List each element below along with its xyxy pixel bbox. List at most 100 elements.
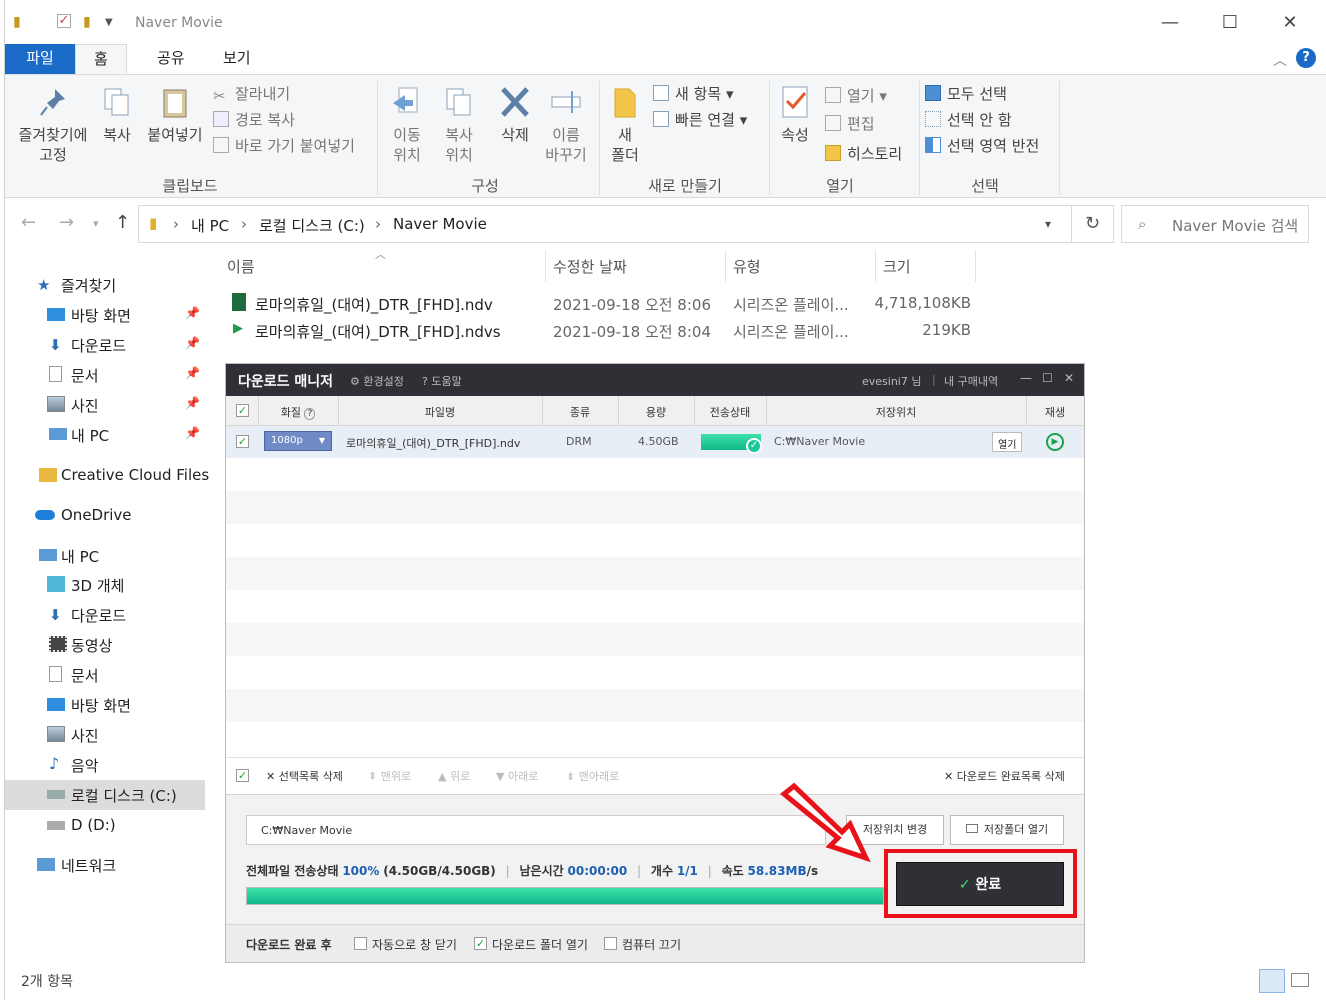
file-row[interactable]: ▶ 로마의휴일_(대여)_DTR_[FHD].ndvs 2021-09-18 오… [227,318,987,344]
address-bar[interactable]: ▮ › 내 PC › 로컬 디스크 (C:) › Naver Movie ▾ [138,205,1072,243]
nav-this-pc[interactable]: 내 PC [5,541,205,571]
nav-pc-downloads[interactable]: ⬇ 다운로드 [5,600,205,630]
pin-icon[interactable]: 📌 [185,336,200,350]
tab-view[interactable]: 보기 [205,44,269,74]
nav-pc-documents[interactable]: 문서 [5,660,205,690]
quality-select[interactable]: 1080p ▼ [264,431,332,451]
refresh-button[interactable]: ↻ [1072,205,1114,243]
copy-path-button[interactable]: 경로 복사 [213,109,295,130]
copy-to-button[interactable]: 복사 위치 [437,85,481,165]
column-divider[interactable] [975,250,976,282]
select-all-checkbox[interactable]: ✓ [236,404,249,417]
invert-selection-button[interactable]: 선택 영역 반전 [925,135,1039,156]
select-all-button[interactable]: 모두 선택 [925,83,1007,104]
move-up-button[interactable]: ▲ 위로 [438,768,470,784]
dm-help-link[interactable]: ? 도움말 [422,373,462,389]
clear-completed-button[interactable]: ✕ 다운로드 완료목록 삭제 [944,768,1065,784]
nav-3d-objects[interactable]: 3D 개체 [5,570,205,600]
pin-icon[interactable]: 📌 [185,366,200,380]
nav-network[interactable]: 네트워크 [5,850,205,880]
file-row[interactable]: 로마의휴일_(대여)_DTR_[FHD].ndv 2021-09-18 오전 8… [227,291,987,317]
dm-download-row[interactable]: ✓ 1080p ▼ 로마의휴일_(대여)_DTR_[FHD].ndv DRM 4.… [226,426,1084,458]
nav-pc-desktop[interactable]: 바탕 화면 [5,690,205,720]
nav-pc-pictures[interactable]: 사진 [5,720,205,750]
history-button[interactable]: 히스토리 [825,143,902,164]
nav-pictures[interactable]: 사진 📌 [5,390,205,420]
open-button[interactable]: 열기 ▾ [825,85,887,106]
nav-downloads[interactable]: ⬇ 다운로드 📌 [5,330,205,360]
close-button[interactable]: ✕ [1275,12,1305,33]
save-path-field[interactable]: C:₩Naver Movie [246,815,826,845]
shutdown-checkbox[interactable] [604,937,617,950]
column-divider[interactable] [875,250,876,282]
column-type[interactable]: 유형 [733,256,761,277]
pin-icon[interactable]: 📌 [185,306,200,320]
tab-home[interactable]: 홈 [75,44,127,75]
tab-share[interactable]: 공유 [139,44,203,74]
nav-videos[interactable]: 동영상 [5,630,205,660]
address-dropdown-icon[interactable]: ▾ [1045,217,1051,231]
column-divider[interactable] [725,250,726,282]
pin-icon[interactable]: 📌 [185,426,200,440]
move-down-button[interactable]: ▼ 아래로 [496,768,538,784]
search-box[interactable]: ⌕ Naver Movie 검색 [1121,205,1309,243]
move-bottom-button[interactable]: ⇟ 맨아래로 [566,768,619,784]
recent-dropdown-icon[interactable]: ▾ [93,217,99,230]
pin-quick-access-button[interactable]: 즐겨찾기에 고정 [13,85,93,165]
new-item-button[interactable]: 새 항목 ▾ [653,83,733,104]
maximize-button[interactable]: ☐ [1215,12,1245,33]
tab-file[interactable]: 파일 [5,44,75,74]
properties-check-icon[interactable]: ✓ [57,14,71,28]
column-name[interactable]: 이름 [227,256,255,277]
nav-documents[interactable]: 문서 📌 [5,360,205,390]
back-arrow-icon[interactable]: ← [21,212,36,233]
forward-arrow-icon[interactable]: → [59,212,74,233]
select-none-button[interactable]: 선택 안 함 [925,109,1012,130]
quick-access-dropdown-icon[interactable]: ▼ [105,17,113,28]
help-icon[interactable]: ? [1296,48,1316,68]
minimize-button[interactable]: — [1155,12,1185,33]
nav-quick-access[interactable]: ★ 즐겨찾기 [5,270,205,300]
delete-selected-button[interactable]: ✕ 선택목록 삭제 [266,768,343,784]
nav-music[interactable]: ♪ 음악 [5,750,205,780]
edit-button[interactable]: 편집 [825,113,875,134]
dm-purchases-link[interactable]: 내 구매내역 [944,373,998,389]
collapse-ribbon-icon[interactable]: ︿ [1273,50,1287,70]
delete-button[interactable]: 삭제 [493,85,537,145]
open-folder-checkbox[interactable]: ✓ [474,937,487,950]
nav-desktop[interactable]: 바탕 화면 📌 [5,300,205,330]
column-date[interactable]: 수정한 날짜 [553,256,627,277]
dm-maximize-icon[interactable]: ☐ [1042,371,1053,385]
nav-drive-d[interactable]: D (D:) [5,811,205,841]
pin-icon[interactable]: 📌 [185,396,200,410]
open-save-folder-button[interactable]: 저장폴더 열기 [950,815,1064,845]
nav-this-pc-quick[interactable]: 내 PC 📌 [5,420,205,450]
paste-shortcut-button[interactable]: 바로 가기 붙여넣기 [213,135,355,156]
play-icon[interactable]: ▶ [1046,433,1064,451]
nav-onedrive[interactable]: OneDrive [5,501,205,531]
move-to-button[interactable]: 이동 위치 [385,85,429,165]
new-folder-button[interactable]: 새 폴더 [607,85,643,165]
easy-access-button[interactable]: 빠른 연결 ▾ [653,109,747,130]
column-divider[interactable] [545,250,546,282]
toolbar-select-all-checkbox[interactable]: ✓ [236,769,249,782]
breadcrumb-local-disk[interactable]: 로컬 디스크 (C:) [259,215,365,236]
copy-button[interactable]: 복사 [99,85,135,145]
cut-button[interactable]: ✂ 잘라내기 [213,83,290,105]
properties-button[interactable]: 속성 [775,85,815,145]
move-top-button[interactable]: ⇞ 맨위로 [368,768,411,784]
breadcrumb-this-pc[interactable]: 내 PC [191,215,229,236]
column-size[interactable]: 크기 [883,256,911,277]
auto-close-checkbox[interactable] [354,937,367,950]
rename-button[interactable]: 이름 바꾸기 [541,85,591,165]
large-icons-view-icon[interactable] [1291,973,1309,987]
open-location-button[interactable]: 열기 [992,432,1023,452]
dm-settings-link[interactable]: ⚙ 환경설정 [350,373,404,389]
nav-local-disk-c[interactable]: 로컬 디스크 (C:) [5,780,205,810]
row-checkbox[interactable]: ✓ [236,435,249,448]
info-icon[interactable]: ? [304,408,316,420]
details-view-icon[interactable] [1259,969,1285,993]
paste-button[interactable]: 붙여넣기 [145,85,205,145]
up-arrow-icon[interactable]: ↑ [115,212,130,233]
nav-creative-cloud[interactable]: Creative Cloud Files [5,461,209,491]
